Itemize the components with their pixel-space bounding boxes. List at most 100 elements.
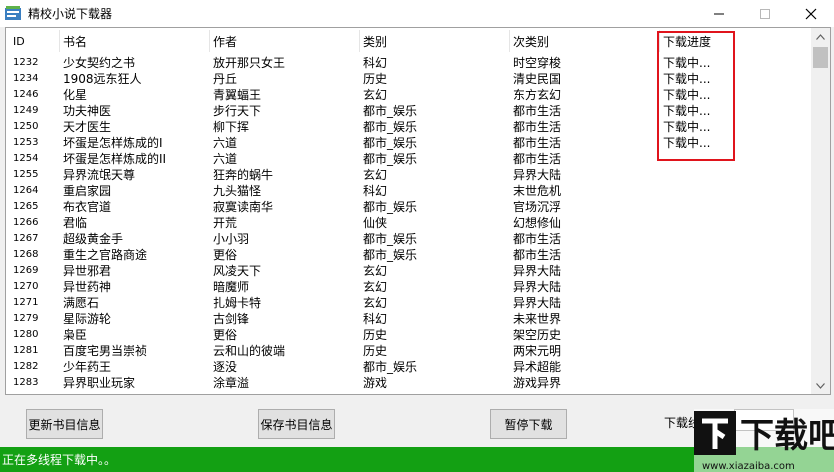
cell-name: 坏蛋是怎样炼成的I <box>63 136 163 150</box>
cell-category: 游戏 <box>363 376 388 390</box>
cell-author: 步行天下 <box>213 104 262 118</box>
cell-progress <box>663 343 803 359</box>
cell-category: 玄幻 <box>363 280 388 294</box>
cell-id: 1283 <box>13 377 39 388</box>
table-row[interactable]: 1253 坏蛋是怎样炼成的I 六道 都市_娱乐 都市生活 下载中... <box>6 135 810 151</box>
column-divider[interactable] <box>59 30 60 52</box>
table-row[interactable]: 1246 化星 青翼蝠王 玄幻 东方玄幻 下载中... <box>6 87 810 103</box>
cell-name: 少女契约之书 <box>63 56 136 70</box>
table-row[interactable]: 1265 布衣官道 寂寞读南华 都市_娱乐 官场沉浮 <box>6 199 810 215</box>
cell-id: 1246 <box>13 89 39 100</box>
cell-id: 1250 <box>13 121 39 132</box>
cell-subcategory: 架空历史 <box>513 328 562 342</box>
table-row[interactable]: 1280 枭臣 更俗 历史 架空历史 <box>6 327 810 343</box>
cell-author: 古剑锋 <box>213 312 250 326</box>
table-row[interactable]: 1269 异世邪君 风凌天下 玄幻 异界大陆 <box>6 263 810 279</box>
table-row[interactable]: 1268 重生之官路商途 更俗 都市_娱乐 都市生活 <box>6 247 810 263</box>
cell-name: 重生之官路商途 <box>63 248 148 262</box>
scroll-thumb[interactable] <box>813 47 828 68</box>
cell-progress: 下载中... <box>663 56 711 70</box>
vertical-scrollbar[interactable] <box>811 28 830 394</box>
cell-progress <box>663 295 803 311</box>
table-row[interactable]: 1270 异世药神 暗魔师 玄幻 异界大陆 <box>6 279 810 295</box>
cell-subcategory: 游戏异界 <box>513 376 562 390</box>
cell-category: 都市_娱乐 <box>363 200 418 214</box>
cell-name: 星际游轮 <box>63 312 112 326</box>
table-row[interactable]: 1279 星际游轮 古剑锋 科幻 未来世界 <box>6 311 810 327</box>
column-divider[interactable] <box>659 30 660 52</box>
scroll-up-arrow-icon[interactable] <box>811 28 830 45</box>
cell-subcategory: 都市生活 <box>513 248 562 262</box>
table-row[interactable]: 1266 君临 开荒 仙侠 幻想修仙 <box>6 215 810 231</box>
pause-download-button[interactable]: 暂停下载 <box>490 409 567 439</box>
cell-author: 逐没 <box>213 360 238 374</box>
save-catalog-button[interactable]: 保存书目信息 <box>258 409 335 439</box>
cell-name: 坏蛋是怎样炼成的II <box>63 152 167 166</box>
cell-category: 玄幻 <box>363 296 388 310</box>
cell-subcategory: 都市生活 <box>513 232 562 246</box>
table-row[interactable]: 1283 异界职业玩家 涂章溢 游戏 游戏异界 <box>6 375 810 391</box>
cell-id: 1253 <box>13 137 39 148</box>
cell-category: 都市_娱乐 <box>363 232 418 246</box>
column-divider[interactable] <box>359 30 360 52</box>
cell-subcategory: 异界大陆 <box>513 296 562 310</box>
table-row[interactable]: 1264 重启家园 九头猫怪 科幻 末世危机 <box>6 183 810 199</box>
cell-id: 1264 <box>13 185 39 196</box>
minimize-button[interactable] <box>696 0 742 27</box>
table-row[interactable]: 1232 少女契约之书 放开那只女王 科幻 时空穿梭 下载中... <box>6 55 810 71</box>
column-header-progress[interactable]: 下载进度 <box>663 34 803 50</box>
column-divider[interactable] <box>209 30 210 52</box>
column-header-category[interactable]: 类别 <box>363 34 509 50</box>
cell-author: 放开那只女王 <box>213 56 286 70</box>
cell-subcategory: 异界大陆 <box>513 280 562 294</box>
table-row[interactable]: 1267 超级黄金手 小小羽 都市_娱乐 都市生活 <box>6 231 810 247</box>
refresh-catalog-button[interactable]: 更新书目信息 <box>26 409 103 439</box>
cell-category: 都市_娱乐 <box>363 120 418 134</box>
table-row[interactable]: 1234 1908远东狂人 丹丘 历史 清史民国 下载中... <box>6 71 810 87</box>
cell-name: 布衣官道 <box>63 200 112 214</box>
table-row[interactable]: 1281 百度宅男当崇祯 云和山的彼端 历史 两宋元明 <box>6 343 810 359</box>
cell-id: 1255 <box>13 169 39 180</box>
cell-category: 科幻 <box>363 312 388 326</box>
svg-text:www.xiazaiba.com: www.xiazaiba.com <box>702 461 795 472</box>
column-header-name[interactable]: 书名 <box>63 34 209 50</box>
table-row[interactable]: 1255 异界流氓天尊 狂奔的蜗牛 玄幻 异界大陆 <box>6 167 810 183</box>
column-header-subcategory[interactable]: 次类别 <box>513 34 653 50</box>
column-divider[interactable] <box>509 30 510 52</box>
scroll-down-arrow-icon[interactable] <box>811 377 830 394</box>
cell-progress <box>663 167 803 183</box>
cell-author: 暗魔师 <box>213 280 250 294</box>
table-row[interactable]: 1271 满愿石 扎姆卡特 玄幻 异界大陆 <box>6 295 810 311</box>
table-row[interactable]: 1282 少年药王 逐没 都市_娱乐 异术超能 <box>6 359 810 375</box>
cell-progress <box>663 311 803 327</box>
table-row[interactable]: 1254 坏蛋是怎样炼成的II 六道 都市_娱乐 都市生活 <box>6 151 810 167</box>
table-row[interactable]: 1250 天才医生 柳下挥 都市_娱乐 都市生活 下载中... <box>6 119 810 135</box>
book-icon <box>5 6 21 20</box>
status-text: 正在多线程下载中。。 <box>2 453 117 467</box>
novel-list[interactable]: ID 书名 作者 类别 次类别 下载进度 1232 少女契约之书 放开那只女王 科幻时… <box>5 27 831 395</box>
cell-category: 玄幻 <box>363 88 388 102</box>
cell-category: 都市_娱乐 <box>363 360 418 374</box>
maximize-button[interactable] <box>742 0 788 27</box>
watermark-logo: 下载吧 www.xiazaiba.com <box>694 409 834 472</box>
cell-name: 1908远东狂人 <box>63 72 142 86</box>
cell-name: 天才医生 <box>63 120 112 134</box>
cell-author: 更俗 <box>213 248 238 262</box>
table-row[interactable]: 1249 功夫神医 步行天下 都市_娱乐 都市生活 下载中... <box>6 103 810 119</box>
cell-subcategory: 时空穿梭 <box>513 56 562 70</box>
cell-progress: 下载中... <box>663 136 711 150</box>
svg-text:下载吧: 下载吧 <box>740 416 834 456</box>
cell-author: 六道 <box>213 136 238 150</box>
cell-name: 少年药王 <box>63 360 112 374</box>
cell-subcategory: 幻想修仙 <box>513 216 562 230</box>
cell-name: 异世邪君 <box>63 264 112 278</box>
column-header-id[interactable]: ID <box>13 34 61 50</box>
column-header-author[interactable]: 作者 <box>213 34 359 50</box>
cell-author: 青翼蝠王 <box>213 88 262 102</box>
close-button[interactable] <box>788 0 834 27</box>
cell-name: 异世药神 <box>63 280 112 294</box>
cell-id: 1234 <box>13 73 39 84</box>
cell-id: 1271 <box>13 297 39 308</box>
cell-author: 六道 <box>213 152 238 166</box>
cell-category: 科幻 <box>363 184 388 198</box>
